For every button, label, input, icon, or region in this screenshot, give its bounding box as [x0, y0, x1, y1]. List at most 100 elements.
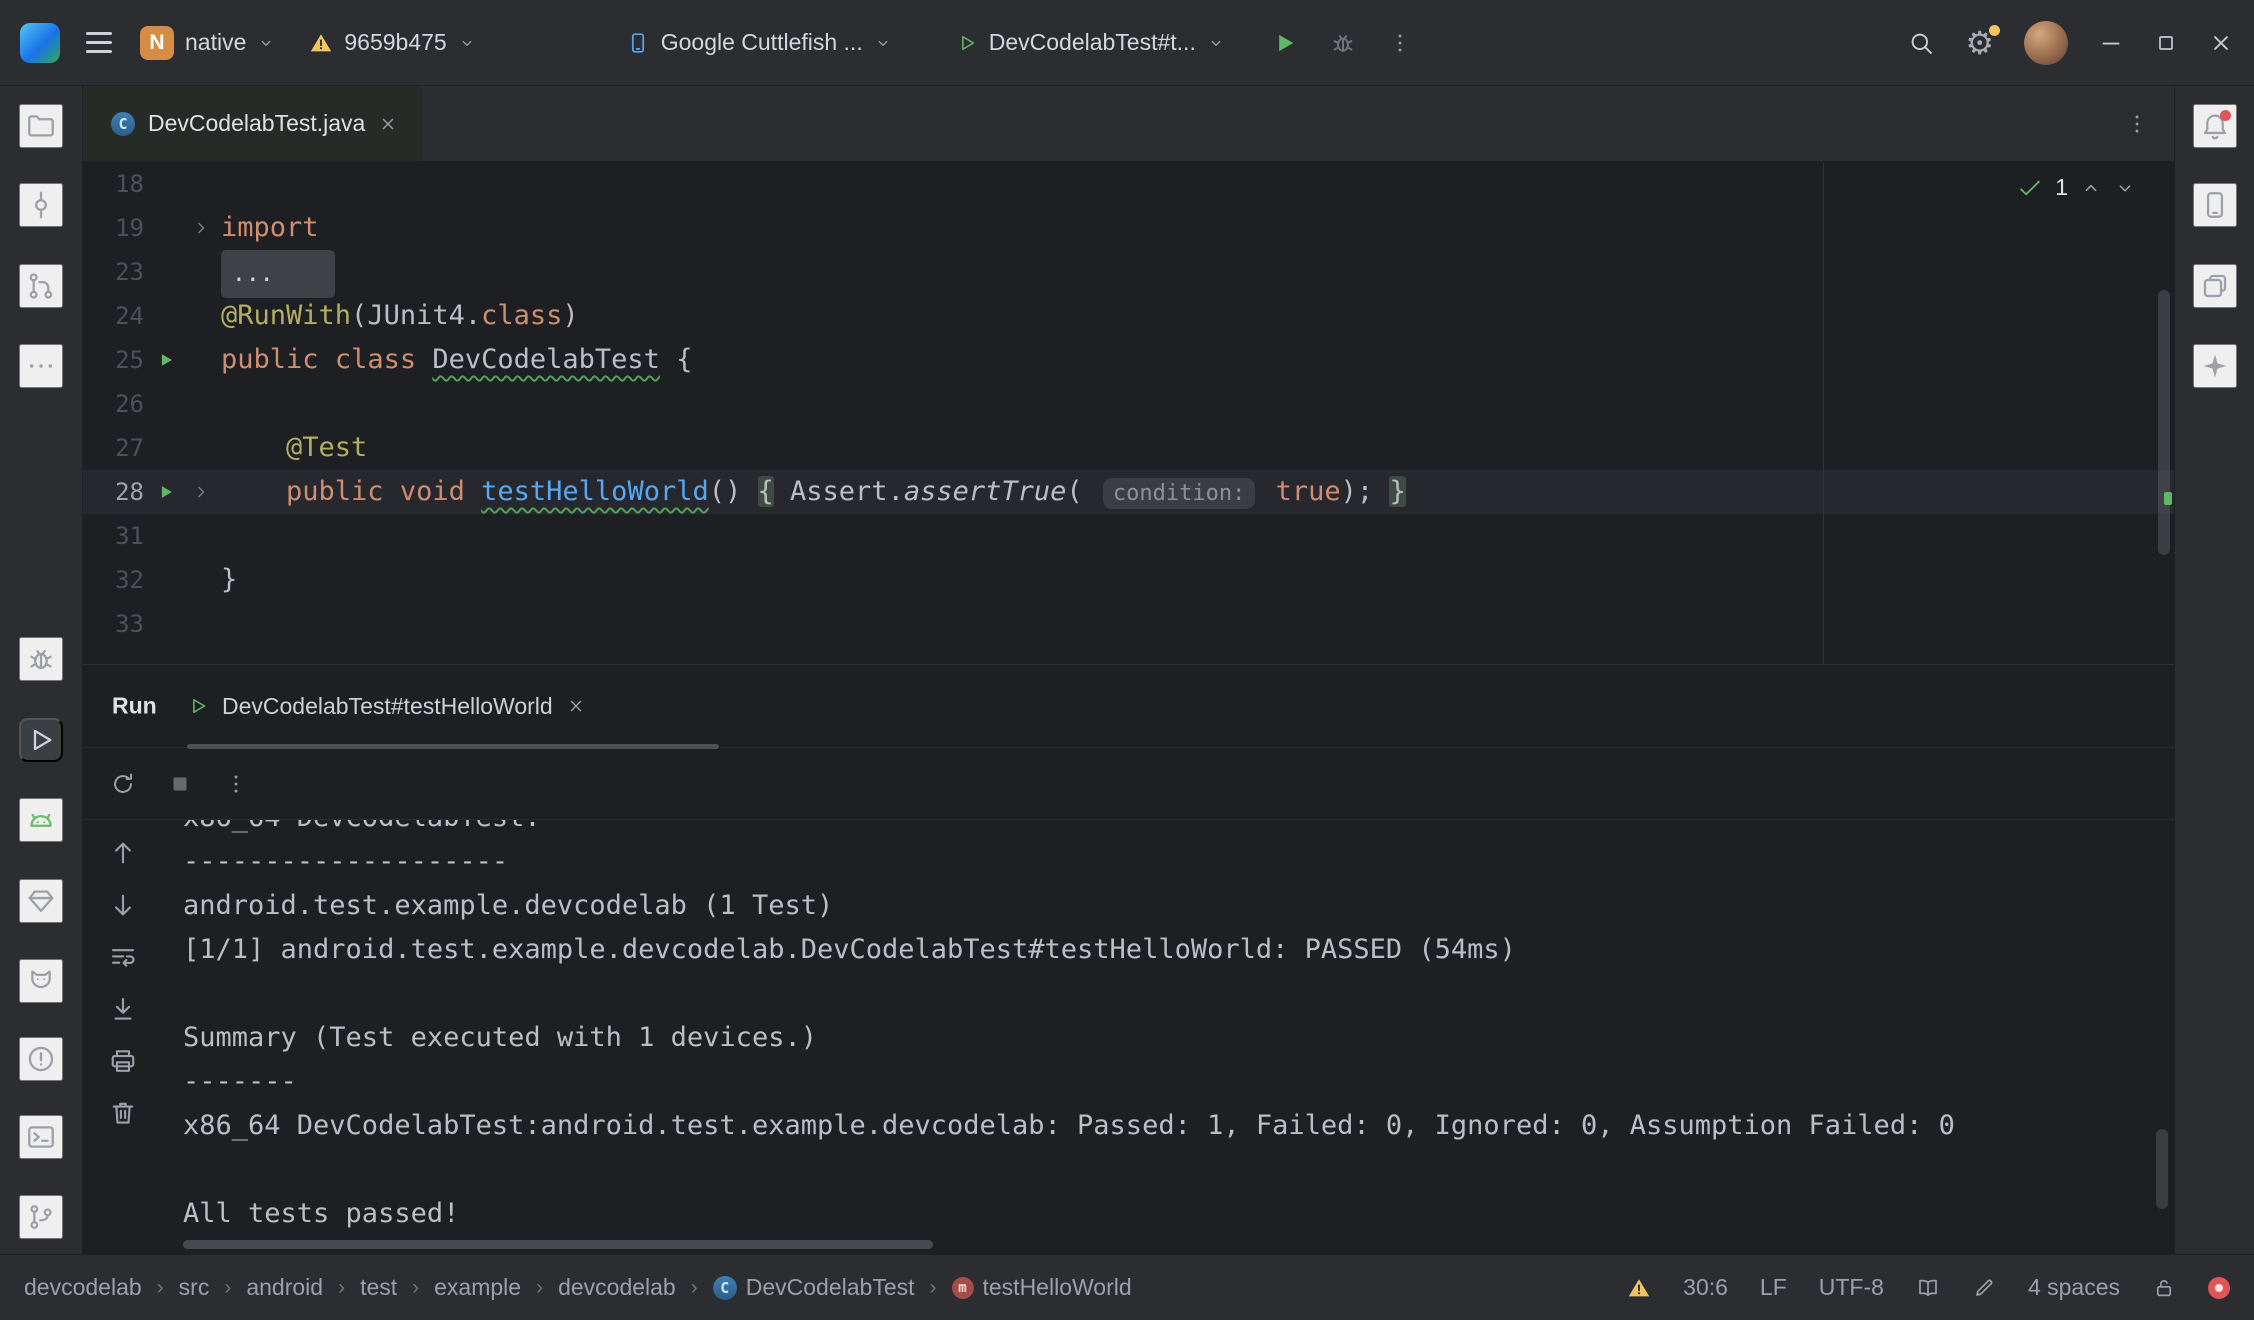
- search-icon[interactable]: [1907, 29, 1935, 57]
- write-access-icon[interactable]: [2152, 1276, 2176, 1300]
- editor-scrollbar[interactable]: [2158, 290, 2170, 555]
- sidebar-gemini-icon[interactable]: [2193, 344, 2237, 388]
- sidebar-notifications-icon[interactable]: [2193, 104, 2237, 148]
- run-tab[interactable]: DevCodelabTest#testHelloWorld: [187, 665, 586, 747]
- maximize-window-icon[interactable]: [2154, 31, 2178, 55]
- inspections-widget[interactable]: 1: [2017, 174, 2136, 201]
- sidebar-device-explorer-icon[interactable]: [2193, 183, 2237, 227]
- editor-tab-bar: C DevCodelabTest.java: [83, 86, 2174, 162]
- sidebar-layout-inspector-icon[interactable]: [2193, 264, 2237, 308]
- breadcrumb-item[interactable]: devcodelab: [24, 1274, 142, 1301]
- sidebar-profiler-icon[interactable]: [19, 879, 63, 923]
- breadcrumb-item[interactable]: mtestHelloWorld: [952, 1274, 1132, 1301]
- device-selector[interactable]: Google Cuttlefish ...: [626, 29, 892, 56]
- code-line-18[interactable]: 18: [83, 162, 2174, 206]
- tab-devcodelabtest-java[interactable]: C DevCodelabTest.java: [83, 86, 422, 161]
- vcs-branch-selector[interactable]: 9659b475: [309, 29, 475, 56]
- scroll-to-end-icon[interactable]: [108, 994, 138, 1024]
- console-vscrollbar[interactable]: [2156, 1129, 2168, 1209]
- code-text: import ...: [221, 206, 335, 250]
- code-editor[interactable]: 1819import ...2324@RunWith(JUnit4.class)…: [83, 162, 2174, 664]
- user-avatar[interactable]: [2024, 21, 2068, 65]
- breadcrumb-item[interactable]: test: [360, 1274, 397, 1301]
- settings-gear-icon[interactable]: ⚙: [1965, 27, 1994, 59]
- sidebar-project-icon[interactable]: [19, 104, 63, 148]
- sidebar-problems-icon[interactable]: [19, 1037, 63, 1081]
- sidebar-pull-requests-icon[interactable]: [19, 264, 63, 308]
- close-run-tab-icon[interactable]: [566, 696, 586, 716]
- code-line-25[interactable]: 25public class DevCodelabTest {: [83, 338, 2174, 382]
- next-highlight-icon[interactable]: [2114, 177, 2136, 199]
- code-line-32[interactable]: 32}: [83, 558, 2174, 602]
- code-line-31[interactable]: 31: [83, 514, 2174, 558]
- breadcrumb-item[interactable]: android: [246, 1274, 323, 1301]
- minimize-window-icon[interactable]: [2098, 30, 2124, 56]
- navigate-next-icon[interactable]: [108, 890, 138, 920]
- indent-setting[interactable]: 4 spaces: [2028, 1274, 2120, 1301]
- android-studio-logo-icon[interactable]: [20, 23, 60, 63]
- console[interactable]: x86_64 DevCodelabTest:------------------…: [83, 820, 2174, 1254]
- sidebar-debug-icon[interactable]: [19, 637, 63, 681]
- breadcrumb-separator-icon: ›: [412, 1276, 419, 1300]
- breadcrumb-item[interactable]: devcodelab: [558, 1274, 676, 1301]
- run-button[interactable]: [1271, 29, 1299, 57]
- sidebar-terminal-icon[interactable]: [19, 1115, 63, 1159]
- run-panel-header: Run DevCodelabTest#testHelloWorld: [83, 665, 2174, 748]
- fold-region-icon[interactable]: [187, 470, 215, 514]
- navigate-previous-icon[interactable]: [108, 838, 138, 868]
- fold-region-icon[interactable]: [187, 206, 215, 250]
- project-name: native: [185, 29, 246, 56]
- clear-all-icon[interactable]: [108, 1098, 138, 1128]
- sidebar-running-devices-icon[interactable]: [19, 798, 63, 842]
- close-tab-icon[interactable]: [378, 114, 398, 134]
- sidebar-commit-icon[interactable]: [19, 183, 63, 227]
- breadcrumb-separator-icon: ›: [338, 1276, 345, 1300]
- run-test-gutter-icon[interactable]: [144, 470, 187, 514]
- console-more-icon[interactable]: [223, 771, 249, 797]
- sidebar-version-control-icon[interactable]: [19, 1195, 63, 1239]
- code-token: class: [481, 300, 562, 331]
- console-hscrollbar[interactable]: [183, 1240, 933, 1249]
- main-menu-icon[interactable]: [86, 32, 112, 53]
- console-line: [183, 972, 2144, 1016]
- print-icon[interactable]: [108, 1046, 138, 1076]
- run-config-play-icon: [956, 32, 978, 54]
- sidebar-run-icon[interactable]: [19, 718, 63, 762]
- stop-icon[interactable]: [167, 771, 193, 797]
- reader-mode-icon[interactable]: [1916, 1276, 1940, 1300]
- code-token: testHelloWorld: [481, 476, 709, 507]
- project-selector[interactable]: N native: [140, 26, 275, 60]
- sidebar-more-tool-windows-icon[interactable]: [19, 344, 63, 388]
- soft-wrap-icon[interactable]: [108, 942, 138, 972]
- breadcrumb-item[interactable]: src: [179, 1274, 210, 1301]
- breadcrumb-label: devcodelab: [558, 1274, 676, 1301]
- debug-button[interactable]: [1329, 29, 1357, 57]
- code-token: @RunWith: [221, 300, 351, 331]
- code-line-33[interactable]: 33: [83, 602, 2174, 646]
- scrollbar-test-marker: [2164, 492, 2172, 505]
- run-test-gutter-icon[interactable]: [144, 338, 187, 382]
- breadcrumb-item[interactable]: CDevCodelabTest: [713, 1274, 915, 1301]
- prev-highlight-icon[interactable]: [2080, 177, 2102, 199]
- line-separator[interactable]: LF: [1760, 1274, 1787, 1301]
- tab-options-icon[interactable]: [2124, 111, 2150, 137]
- breadcrumb-item[interactable]: example: [434, 1274, 521, 1301]
- more-actions-icon[interactable]: [1387, 30, 1413, 56]
- file-encoding[interactable]: UTF-8: [1819, 1274, 1884, 1301]
- code-line-28[interactable]: 28 public void testHelloWorld() { Assert…: [83, 470, 2174, 514]
- error-notification-dot[interactable]: [2208, 1277, 2230, 1299]
- inspection-highlight-icon[interactable]: [1972, 1276, 1996, 1300]
- code-token: public: [221, 344, 319, 375]
- warnings-indicator-icon[interactable]: [1627, 1276, 1651, 1300]
- close-window-icon[interactable]: [2208, 30, 2234, 56]
- code-line-23[interactable]: 23: [83, 250, 2174, 294]
- sidebar-logcat-icon[interactable]: [19, 959, 63, 1003]
- rerun-icon[interactable]: [109, 770, 137, 798]
- code-line-26[interactable]: 26: [83, 382, 2174, 426]
- caret-position[interactable]: 30:6: [1683, 1274, 1728, 1301]
- code-token: true: [1276, 476, 1341, 507]
- code-line-19[interactable]: 19import ...: [83, 206, 2174, 250]
- code-line-27[interactable]: 27 @Test: [83, 426, 2174, 470]
- run-configuration-selector[interactable]: DevCodelabTest#t...: [956, 29, 1225, 56]
- code-line-24[interactable]: 24@RunWith(JUnit4.class): [83, 294, 2174, 338]
